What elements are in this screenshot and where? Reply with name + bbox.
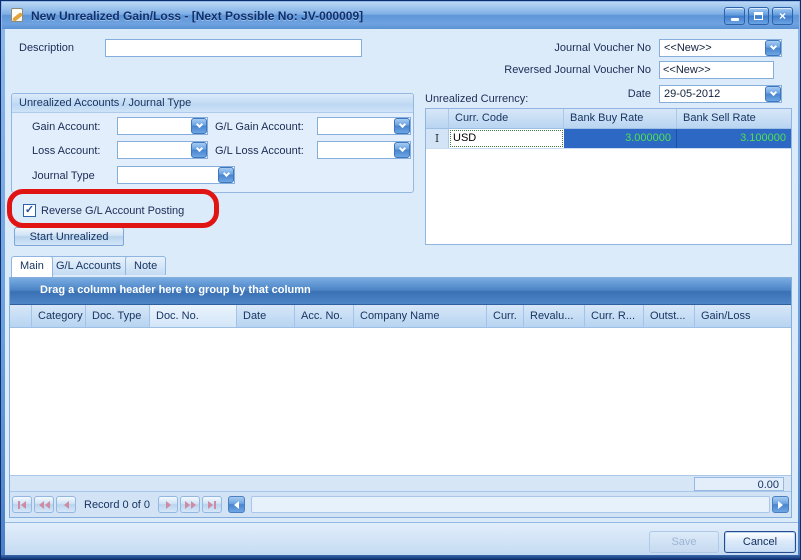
close-button[interactable]: ×: [772, 7, 793, 25]
date-label: Date: [551, 88, 651, 100]
journal-voucher-value: <<New>>: [660, 42, 765, 54]
right-icon: [166, 501, 171, 509]
column-header-acc-no[interactable]: Acc. No.: [295, 305, 354, 327]
column-header-bank-buy-rate[interactable]: Bank Buy Rate: [564, 109, 677, 128]
currency-row-usd[interactable]: I USD 3.000000 3.100000: [426, 129, 791, 149]
loss-account-combobox[interactable]: [117, 141, 208, 159]
currency-grid: Curr. Code Bank Buy Rate Bank Sell Rate …: [425, 108, 792, 245]
date-combobox[interactable]: 29-05-2012: [659, 85, 782, 103]
grid-empty-body: [10, 328, 791, 475]
row-indicator-header: [426, 109, 449, 128]
gl-loss-account-combobox[interactable]: [317, 141, 411, 159]
start-unrealized-button[interactable]: Start Unrealized: [14, 227, 124, 246]
gain-account-combobox[interactable]: [117, 117, 208, 135]
double-right-icon: [185, 501, 190, 509]
bank-sell-rate-cell[interactable]: 3.100000: [677, 129, 791, 148]
column-header-doc-no[interactable]: Doc. No.: [150, 305, 237, 327]
last-icon: [208, 501, 213, 509]
save-button[interactable]: Save: [649, 531, 719, 553]
chevron-down-icon[interactable]: [765, 40, 781, 56]
gain-account-label: Gain Account:: [32, 121, 101, 133]
chevron-down-icon[interactable]: [394, 118, 410, 134]
currency-code-cell[interactable]: USD: [449, 129, 564, 148]
dialog-window: New Unrealized Gain/Loss - [Next Possibl…: [0, 0, 801, 560]
column-header-bank-sell-rate[interactable]: Bank Sell Rate: [677, 109, 791, 128]
column-header-doc-type[interactable]: Doc. Type: [86, 305, 150, 327]
date-value: 29-05-2012: [660, 88, 765, 100]
tab-main[interactable]: Main: [11, 256, 53, 277]
groupbox-title: Unrealized Accounts / Journal Type: [12, 94, 413, 113]
double-left-icon: [39, 501, 44, 509]
documents-grid-header: Category Doc. Type Doc. No. Date Acc. No…: [10, 305, 791, 328]
hscroll-right-button[interactable]: [772, 496, 789, 513]
gain-loss-total: 0.00: [694, 477, 784, 491]
maximize-icon: [754, 12, 763, 20]
minimize-icon: [731, 18, 739, 21]
minimize-button[interactable]: [724, 7, 745, 25]
gl-gain-account-label: G/L Gain Account:: [215, 121, 304, 133]
grid-summary-row: 0.00: [10, 475, 791, 492]
column-header-curr[interactable]: Curr.: [487, 305, 524, 327]
scroll-right-icon: [778, 501, 783, 509]
next-page-button[interactable]: [180, 496, 200, 513]
column-header-curr-code[interactable]: Curr. Code: [449, 109, 564, 128]
document-icon: [10, 8, 25, 23]
group-by-panel[interactable]: Drag a column header here to group by th…: [10, 278, 791, 305]
chevron-down-icon[interactable]: [394, 142, 410, 158]
column-header-category[interactable]: Category: [32, 305, 86, 327]
journal-type-combobox[interactable]: [117, 166, 235, 184]
cancel-button[interactable]: Cancel: [724, 531, 796, 553]
prev-record-button[interactable]: [56, 496, 76, 513]
prev-page-button[interactable]: [34, 496, 54, 513]
tab-gl-accounts[interactable]: G/L Accounts: [47, 256, 130, 275]
next-record-button[interactable]: [158, 496, 178, 513]
reverse-gl-posting-checkbox[interactable]: ✓: [23, 204, 36, 217]
record-status: Record 0 of 0: [78, 499, 156, 511]
footer-bar: Save Cancel: [5, 522, 798, 557]
journal-voucher-label: Journal Voucher No: [461, 42, 651, 54]
chevron-down-icon[interactable]: [765, 86, 781, 102]
title-bar: New Unrealized Gain/Loss - [Next Possibl…: [2, 2, 799, 29]
window-title: New Unrealized Gain/Loss - [Next Possibl…: [31, 9, 724, 23]
column-header-gain-loss[interactable]: Gain/Loss: [695, 305, 791, 327]
chevron-down-icon[interactable]: [191, 118, 207, 134]
reverse-gl-posting-label: Reverse G/L Account Posting: [41, 205, 184, 217]
chevron-down-icon[interactable]: [191, 142, 207, 158]
row-indicator-header: [10, 305, 32, 327]
reversed-journal-voucher-input[interactable]: [659, 61, 774, 79]
description-input[interactable]: [105, 39, 362, 57]
column-header-revaluation[interactable]: Revalu...: [524, 305, 585, 327]
hscroll-left-button[interactable]: [228, 496, 245, 513]
documents-grid: Drag a column header here to group by th…: [9, 277, 792, 518]
left-icon: [64, 501, 69, 509]
column-header-outstanding[interactable]: Outst...: [644, 305, 695, 327]
check-icon: ✓: [25, 205, 34, 216]
bank-buy-rate-cell[interactable]: 3.000000: [564, 129, 677, 148]
last-record-button[interactable]: [202, 496, 222, 513]
record-navigator: Record 0 of 0: [10, 492, 791, 517]
gl-loss-account-label: G/L Loss Account:: [215, 145, 304, 157]
loss-account-label: Loss Account:: [32, 145, 101, 157]
gl-gain-account-combobox[interactable]: [317, 117, 411, 135]
horizontal-scrollbar[interactable]: [251, 496, 770, 513]
window-frame-bottom: [1, 555, 800, 559]
reversed-journal-voucher-label: Reversed Journal Voucher No: [431, 64, 651, 76]
unrealized-currency-label: Unrealized Currency:: [425, 93, 528, 105]
journal-type-label: Journal Type: [32, 170, 95, 182]
column-header-company-name[interactable]: Company Name: [354, 305, 487, 327]
description-label: Description: [19, 42, 74, 54]
chevron-down-icon[interactable]: [218, 167, 234, 183]
first-record-button[interactable]: [12, 496, 32, 513]
close-icon: ×: [779, 10, 786, 22]
first-icon: [18, 501, 20, 509]
maximize-button[interactable]: [748, 7, 769, 25]
tab-note[interactable]: Note: [125, 256, 166, 275]
scroll-left-icon: [234, 501, 239, 509]
edit-indicator-icon: I: [426, 129, 449, 148]
currency-grid-header: Curr. Code Bank Buy Rate Bank Sell Rate: [426, 109, 791, 129]
column-header-curr-rate[interactable]: Curr. R...: [585, 305, 644, 327]
journal-voucher-combobox[interactable]: <<New>>: [659, 39, 782, 57]
unrealized-accounts-groupbox: Unrealized Accounts / Journal Type Gain …: [11, 93, 414, 193]
column-header-date[interactable]: Date: [237, 305, 295, 327]
